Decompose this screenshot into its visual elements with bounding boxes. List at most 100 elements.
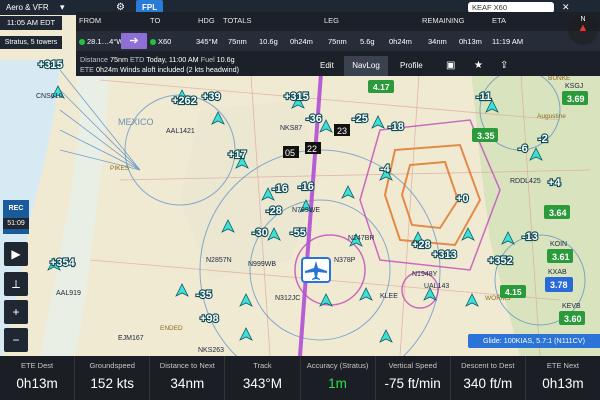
- airport-badge-x60[interactable]: 3.64: [544, 205, 570, 219]
- navlog-header-row: FROM TO HDG TOTALS LEG REMAINING ETA: [76, 15, 600, 27]
- briefcase-icon[interactable]: ▣: [446, 56, 455, 76]
- instrument-value: 343°M: [242, 376, 283, 391]
- traffic-altitude: -55: [290, 227, 306, 239]
- weather-source-label[interactable]: Stratus, 5 towers: [0, 36, 62, 49]
- traffic-altitude: -18: [388, 121, 404, 133]
- tab-profile[interactable]: Profile: [394, 56, 429, 76]
- leg-fuel: 5.6g: [360, 37, 375, 46]
- traffic-altitude: -16: [272, 183, 288, 195]
- instrument-value: -75 ft/min: [384, 376, 441, 391]
- compass-icon[interactable]: N ▲: [568, 15, 598, 45]
- distance-label: Distance: [80, 55, 108, 64]
- traffic-altitude: -13: [522, 231, 538, 243]
- airport-badge-kvqq[interactable]: 3.35: [472, 128, 498, 142]
- star-icon[interactable]: ★: [474, 56, 483, 76]
- zoom-out-button[interactable]: −: [4, 328, 28, 352]
- fuel-label: Fuel: [200, 55, 215, 64]
- traffic-altitude: -2: [538, 133, 548, 145]
- instrument-vertical-speed[interactable]: Vertical Speed -75 ft/min: [376, 356, 451, 400]
- instrument-accuracy[interactable]: Accuracy (Stratus) 1m: [301, 356, 376, 400]
- place-pikes: PIKES: [110, 165, 130, 172]
- etd-label: ETD: [129, 55, 145, 64]
- instrument-label: Vertical Speed: [388, 361, 437, 370]
- navlog-panel: FROM TO HDG TOTALS LEG REMAINING ETA 28.…: [76, 12, 600, 76]
- traffic-ident: AAL1421: [166, 128, 195, 135]
- fuel-value: 10.6g: [216, 55, 235, 64]
- instrument-label: Groundspeed: [89, 361, 135, 370]
- traffic-ident: N789WE: [292, 207, 320, 214]
- col-leg: LEG: [324, 16, 340, 25]
- distance-value: 75nm: [109, 55, 128, 64]
- share-icon[interactable]: ⇪: [500, 56, 508, 76]
- play-icon[interactable]: ▶: [4, 242, 28, 266]
- leg-from: 28.1…4°W: [79, 37, 123, 46]
- traffic-ident: CNS610: [36, 93, 63, 100]
- leg-dist: 75nm: [328, 37, 347, 46]
- instrument-descent-dest[interactable]: Descent to Dest 340 ft/m: [451, 356, 526, 400]
- instrument-groundspeed[interactable]: Groundspeed 152 kts: [75, 356, 151, 400]
- instrument-ete-dest[interactable]: ETE Dest 0h13m: [0, 356, 76, 400]
- traffic-altitude: +0: [456, 193, 469, 205]
- instrument-panel[interactable]: ETE Dest 0h13m Groundspeed 152 kts Distanc…: [0, 356, 600, 400]
- instrument-ete-next[interactable]: ETE Next 0h13m: [526, 356, 600, 400]
- dropdown-chevron-icon[interactable]: ▾: [60, 0, 65, 15]
- traffic-altitude: -6: [518, 143, 528, 155]
- rec-label: REC: [8, 205, 24, 212]
- map-layer-selector[interactable]: Aero & VFR: [6, 0, 49, 15]
- route-icon[interactable]: ⟂: [4, 272, 28, 296]
- place-ended: ENDED: [160, 325, 183, 332]
- track-log-recorder[interactable]: REC 51:09: [3, 200, 29, 234]
- tab-navlog[interactable]: NavLog: [344, 56, 388, 76]
- status-dot-icon: [79, 39, 85, 46]
- airport-value: 3.35: [477, 131, 495, 141]
- col-totals: TOTALS: [223, 16, 252, 25]
- instrument-track[interactable]: Track 343°M: [225, 356, 301, 400]
- place-mexico: MEXICO: [118, 117, 154, 127]
- instrument-distance-next[interactable]: Distance to Next 34nm: [150, 356, 226, 400]
- airport-badge-top[interactable]: 4.17: [368, 80, 394, 93]
- glide-range-banner[interactable]: Glide: 100KIAS, 5.7:1 (N111CV): [468, 334, 600, 348]
- col-hdg: HDG: [198, 16, 215, 25]
- instrument-label: Descent to Dest: [461, 361, 515, 370]
- traffic-ident: KLEE: [380, 293, 398, 300]
- traffic-ident: N247BR: [348, 235, 374, 242]
- airport-badge-mid[interactable]: 4.15: [500, 285, 526, 298]
- eta-value: 11:19 AM: [492, 37, 524, 46]
- rec-time: 51:09: [3, 218, 29, 229]
- col-to: TO: [150, 16, 161, 25]
- traffic-altitude: +315: [284, 91, 309, 103]
- tab-edit[interactable]: Edit: [314, 56, 340, 76]
- traffic-altitude: +352: [488, 255, 513, 267]
- clock-display[interactable]: 11:05 AM EDT: [0, 16, 62, 30]
- airport-value: 4.17: [373, 82, 390, 92]
- traffic-altitude: +4: [548, 177, 561, 189]
- traffic-ident: NKS87: [280, 125, 302, 132]
- col-from: FROM: [79, 16, 102, 25]
- traffic-altitude: +98: [200, 313, 219, 325]
- navlog-leg-row[interactable]: 28.1…4°W ➔ X60 345°M 75nm 10.6g 0h24m 75…: [76, 31, 600, 51]
- airport-code: KEVB: [562, 303, 581, 310]
- direct-arrow-icon[interactable]: ➔: [121, 33, 147, 49]
- traffic-altitude: -30: [252, 227, 268, 239]
- airport-code: KXAB: [548, 269, 567, 276]
- traffic-altitude: +262: [172, 95, 197, 107]
- instrument-label: Track: [253, 361, 272, 370]
- airplane-icon[interactable]: [301, 257, 331, 283]
- instrument-value: 0h13m: [542, 376, 584, 391]
- airport-code: KSGJ: [565, 83, 583, 90]
- instrument-value: 1m: [328, 376, 347, 391]
- traffic-ident: N1948Y: [412, 271, 438, 278]
- traffic-ident: RDDL425: [510, 178, 541, 185]
- navlog-summary-line-2: ETE 0h24m Winds aloft included (2 kts he…: [80, 65, 239, 74]
- totals-time: 0h24m: [290, 37, 313, 46]
- place-bunke: BUNKE: [548, 75, 571, 82]
- leg-from-value: 28.1…4°W: [87, 37, 124, 46]
- totals-dist: 75nm: [228, 37, 247, 46]
- instrument-value: 340 ft/m: [463, 376, 513, 391]
- zoom-in-button[interactable]: +: [4, 300, 28, 324]
- remaining-dist: 34nm: [428, 37, 447, 46]
- airport-value: 3.78: [550, 280, 568, 290]
- traffic-ident: NKS263: [198, 347, 224, 354]
- airport-value: 3.60: [564, 314, 582, 324]
- airport-value: 4.15: [505, 287, 522, 297]
